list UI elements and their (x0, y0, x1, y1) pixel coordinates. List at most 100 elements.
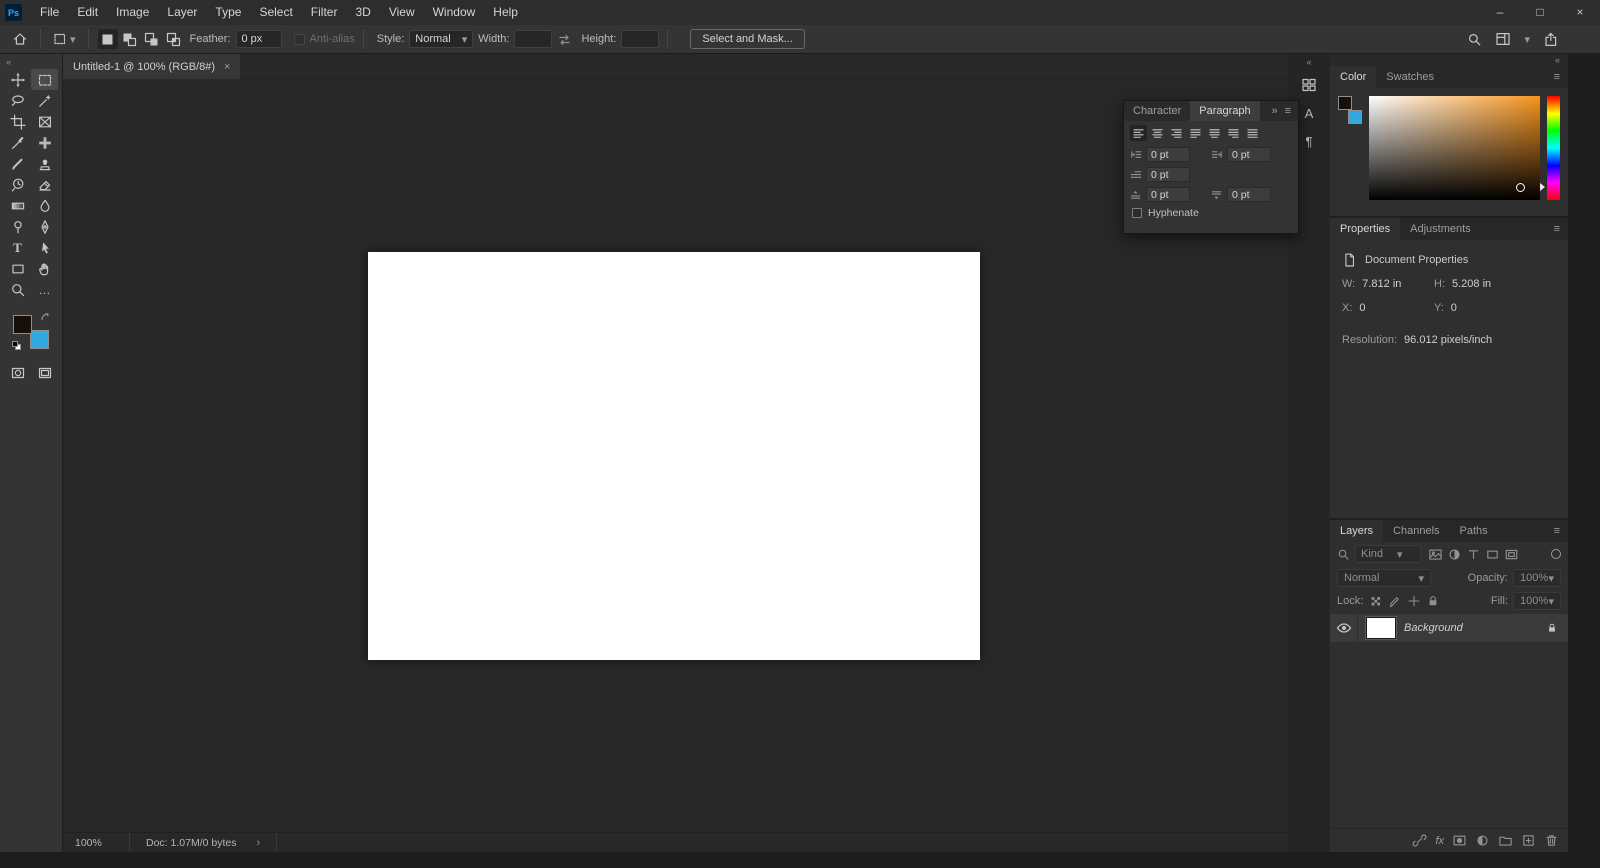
first-line-indent-input[interactable]: 0 pt (1146, 167, 1190, 182)
swap-dimensions-button[interactable] (552, 28, 576, 50)
tab-swatches[interactable]: Swatches (1376, 66, 1444, 88)
delete-layer-icon[interactable] (1544, 833, 1559, 848)
add-to-selection-button[interactable] (120, 29, 140, 49)
menu-3d[interactable]: 3D (346, 0, 379, 25)
menu-edit[interactable]: Edit (68, 0, 107, 25)
tool-type[interactable]: T (4, 237, 31, 258)
collapse-panels-button[interactable]: « (1555, 55, 1560, 65)
lock-pixels-icon[interactable] (1388, 594, 1402, 608)
layer-style-icon[interactable]: fx (1435, 835, 1444, 847)
default-colors-button[interactable] (12, 341, 21, 350)
menu-type[interactable]: Type (206, 0, 250, 25)
background-color-swatch[interactable] (30, 330, 49, 349)
hue-slider-pointer[interactable] (1540, 183, 1545, 192)
panel-foreground-swatch[interactable] (1338, 96, 1352, 110)
tool-healing-brush[interactable] (31, 132, 58, 153)
canvas-area[interactable] (63, 79, 1288, 832)
tool-move[interactable] (4, 69, 31, 90)
menu-view[interactable]: View (380, 0, 424, 25)
share-icon[interactable] (1543, 32, 1558, 47)
shape-layer-filter-icon[interactable] (1485, 547, 1500, 562)
adjustment-layer-filter-icon[interactable] (1447, 547, 1462, 562)
align-left-button[interactable] (1130, 125, 1147, 141)
tool-rectangular-marquee[interactable] (31, 69, 58, 90)
tool-lasso[interactable] (4, 90, 31, 111)
align-right-button[interactable] (1168, 125, 1185, 141)
toolbar-collapse-button[interactable]: « (0, 54, 62, 69)
menu-select[interactable]: Select (250, 0, 301, 25)
hyphenate-checkbox[interactable] (1132, 208, 1142, 218)
feather-input[interactable]: 0 px (235, 30, 282, 48)
minimize-button[interactable]: – (1480, 0, 1520, 25)
tool-hand[interactable] (31, 258, 58, 279)
layer-row-background[interactable]: Background (1330, 614, 1568, 642)
new-group-icon[interactable] (1498, 833, 1513, 848)
layer-visibility-toggle[interactable] (1330, 614, 1358, 642)
document-tab[interactable]: Untitled-1 @ 100% (RGB/8#) × (63, 54, 241, 79)
panel-background-swatch[interactable] (1348, 110, 1362, 124)
select-and-mask-button[interactable]: Select and Mask... (690, 29, 805, 49)
height-input[interactable] (621, 30, 660, 48)
paragraph-panel-menu-icon[interactable]: ≡ (1285, 105, 1291, 117)
menu-window[interactable]: Window (424, 0, 485, 25)
justify-last-left-button[interactable] (1187, 125, 1204, 141)
tool-pen[interactable] (31, 216, 58, 237)
menu-image[interactable]: Image (107, 0, 158, 25)
document-canvas[interactable] (368, 252, 980, 660)
tool-zoom[interactable] (4, 279, 31, 300)
tab-paragraph[interactable]: Paragraph (1190, 101, 1260, 121)
color-picker-field[interactable] (1369, 96, 1540, 200)
tool-gradient[interactable] (4, 195, 31, 216)
hue-strip[interactable] (1547, 96, 1560, 200)
search-icon[interactable] (1467, 32, 1482, 47)
menu-filter[interactable]: Filter (302, 0, 347, 25)
tool-dodge[interactable] (4, 216, 31, 237)
chevron-down-icon[interactable]: ▾ (1524, 33, 1530, 46)
add-layer-mask-icon[interactable] (1452, 833, 1467, 848)
space-before-input[interactable]: 0 pt (1146, 187, 1190, 202)
swap-colors-button[interactable] (40, 312, 50, 322)
kind-filter-select[interactable]: Kind ▾ (1355, 545, 1421, 563)
anti-alias-checkbox[interactable] (293, 33, 305, 45)
tab-character[interactable]: Character (1124, 101, 1190, 121)
pixel-layer-filter-icon[interactable] (1428, 547, 1443, 562)
tool-frame[interactable] (31, 111, 58, 132)
align-center-button[interactable] (1149, 125, 1166, 141)
tool-crop[interactable] (4, 111, 31, 132)
expand-panels-button[interactable]: « (1288, 54, 1330, 70)
tool-brush[interactable] (4, 153, 31, 174)
screen-mode-button[interactable] (31, 362, 58, 383)
type-layer-filter-icon[interactable] (1466, 547, 1481, 562)
tab-properties[interactable]: Properties (1330, 218, 1401, 240)
indent-right-input[interactable]: 0 pt (1227, 147, 1271, 162)
tool-rectangle[interactable] (4, 258, 31, 279)
foreground-color-swatch[interactable] (13, 315, 32, 334)
tool-blur[interactable] (31, 195, 58, 216)
status-chevron-icon[interactable]: › (256, 837, 260, 849)
menu-help[interactable]: Help (484, 0, 527, 25)
intersect-selection-button[interactable] (164, 29, 184, 49)
new-selection-button[interactable] (97, 29, 118, 49)
tab-color[interactable]: Color (1330, 66, 1377, 88)
tool-clone-stamp[interactable] (31, 153, 58, 174)
tool-preset-picker[interactable]: ▾ (49, 28, 80, 50)
color-panel-menu-icon[interactable]: ≡ (1554, 71, 1560, 83)
close-tab-icon[interactable]: × (224, 61, 230, 73)
maximize-button[interactable]: □ (1520, 0, 1560, 25)
tab-channels[interactable]: Channels (1383, 520, 1449, 542)
tool-eraser[interactable] (31, 174, 58, 195)
properties-panel-menu-icon[interactable]: ≡ (1554, 223, 1560, 235)
new-adjustment-layer-icon[interactable] (1475, 833, 1490, 848)
lock-transparency-icon[interactable] (1369, 594, 1383, 608)
blend-mode-select[interactable]: Normal ▾ (1337, 569, 1431, 587)
tool-edit-toolbar[interactable]: … (31, 279, 58, 300)
fill-select[interactable]: 100% ▾ (1513, 592, 1561, 610)
panel-expand-icon[interactable]: » (1271, 105, 1277, 117)
tab-paths[interactable]: Paths (1450, 520, 1498, 542)
link-layers-icon[interactable] (1412, 833, 1427, 848)
document-info-field[interactable]: Doc: 1.07M/0 bytes › (130, 833, 278, 852)
space-after-input[interactable]: 0 pt (1227, 187, 1271, 202)
workspace-switcher-icon[interactable] (1495, 31, 1511, 47)
lock-all-icon[interactable] (1426, 594, 1440, 608)
close-button[interactable]: × (1560, 0, 1600, 25)
